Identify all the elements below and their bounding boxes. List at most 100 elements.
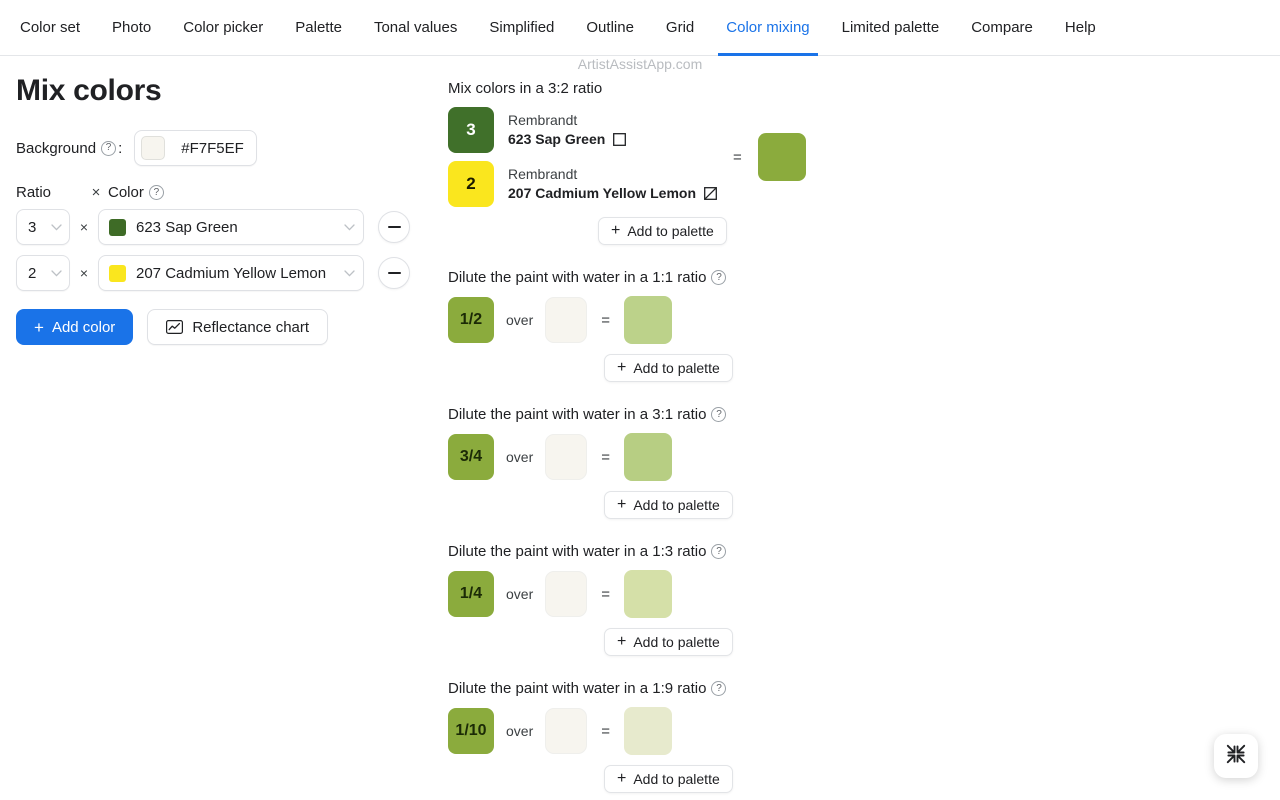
add-to-palette-label: Add to palette: [627, 223, 714, 239]
dilution-equals-sign: =: [601, 722, 610, 740]
dilution-section: Dilute the paint with water in a 1:9 rat…: [448, 680, 1280, 793]
dilution-composition: 1/2 over =: [448, 296, 1280, 344]
main-navigation: Color set Photo Color picker Palette Tonal v…: [0, 0, 1280, 56]
dilution-title: Dilute the paint with water in a 1:3 rat…: [448, 543, 707, 560]
over-label: over: [506, 723, 534, 739]
remove-color-button[interactable]: [378, 211, 410, 243]
plus-icon: +: [34, 317, 44, 337]
nav-item-compare[interactable]: Compare: [955, 0, 1049, 55]
base-color-swatch: [545, 434, 588, 480]
base-color-swatch: [545, 708, 588, 754]
dilution-add-to-palette-wrap: + Add to palette: [448, 765, 1280, 793]
exit-fullscreen-button[interactable]: [1214, 734, 1258, 778]
dilution-result-swatch[interactable]: [624, 433, 672, 481]
dilution-fraction-badge: 1/2: [448, 297, 494, 343]
dilution-help-icon[interactable]: ?: [711, 270, 727, 285]
mix-ingredient: 3 Rembrandt 623 Sap Green: [448, 107, 717, 153]
remove-color-button[interactable]: [378, 257, 410, 289]
dilution-add-to-palette-wrap: + Add to palette: [448, 354, 1280, 382]
paint-brand: Rembrandt: [508, 166, 578, 183]
multiply-symbol: ×: [79, 219, 89, 235]
nav-item-palette[interactable]: Palette: [279, 0, 358, 55]
dilution-result-swatch[interactable]: [624, 707, 672, 755]
page-body: Mix colors Background ? : #F7F5EF Ratio …: [0, 56, 1280, 793]
add-color-button[interactable]: + Add color: [16, 309, 134, 345]
dilution-help-icon[interactable]: ?: [711, 407, 727, 422]
add-to-palette-label: Add to palette: [633, 497, 720, 513]
add-to-palette-label: Add to palette: [633, 360, 720, 376]
mix-ingredient: 2 Rembrandt 207 Cadmium Yellow Lemon: [448, 161, 717, 207]
exit-fullscreen-icon: [1226, 744, 1246, 769]
add-to-palette-button[interactable]: + Add to palette: [598, 217, 727, 245]
amount-badge: 2: [448, 161, 494, 207]
nav-item-color-picker[interactable]: Color picker: [167, 0, 279, 55]
ratio-select[interactable]: 2: [16, 255, 70, 291]
plus-icon: +: [617, 633, 627, 650]
background-label: Background: [16, 139, 97, 157]
chevron-down-icon: [51, 266, 62, 280]
add-to-palette-button[interactable]: + Add to palette: [604, 354, 733, 382]
paint-brand: Rembrandt: [508, 112, 578, 129]
dilution-help-icon[interactable]: ?: [711, 544, 727, 559]
plus-icon: +: [617, 496, 627, 513]
dilution-section: Dilute the paint with water in a 3:1 rat…: [448, 406, 1280, 519]
color-name: 623 Sap Green: [136, 218, 238, 236]
dilution-help-icon[interactable]: ?: [711, 681, 727, 696]
background-color-swatch[interactable]: [141, 136, 166, 160]
chevron-down-icon: [344, 220, 355, 234]
color-help-icon[interactable]: ?: [148, 185, 164, 200]
background-colon: :: [118, 139, 123, 157]
nav-item-color-mixing[interactable]: Color mixing: [710, 0, 825, 56]
column-headers: Ratio × Color ?: [16, 184, 428, 201]
page-title: Mix colors: [16, 74, 162, 107]
dilution-title: Dilute the paint with water in a 1:9 rat…: [448, 680, 707, 697]
dilution-fraction-badge: 1/4: [448, 571, 494, 617]
color-row: 2 × 207 Cadmium Yellow Lemon: [16, 255, 428, 291]
minus-icon: [387, 272, 401, 274]
add-to-palette-button[interactable]: + Add to palette: [604, 628, 733, 656]
add-to-palette-button[interactable]: + Add to palette: [604, 765, 733, 793]
color-column-header: Color ?: [108, 184, 166, 201]
paint-name: 207 Cadmium Yellow Lemon: [508, 185, 697, 201]
dilution-title-row: Dilute the paint with water in a 1:9 rat…: [448, 680, 1280, 697]
add-to-palette-label: Add to palette: [633, 634, 720, 650]
chevron-down-icon: [344, 266, 355, 280]
dilution-add-to-palette-wrap: + Add to palette: [448, 491, 1280, 519]
amount-badge: 3: [448, 107, 494, 153]
nav-item-grid[interactable]: Grid: [650, 0, 710, 55]
color-select[interactable]: 207 Cadmium Yellow Lemon: [98, 255, 364, 291]
plus-icon: +: [617, 770, 627, 787]
paint-name-row: 207 Cadmium Yellow Lemon: [508, 184, 717, 203]
plus-icon: +: [611, 222, 621, 239]
plus-icon: +: [617, 359, 627, 376]
nav-item-outline[interactable]: Outline: [570, 0, 650, 55]
nav-item-help[interactable]: Help: [1049, 0, 1112, 55]
nav-item-limited-palette[interactable]: Limited palette: [826, 0, 956, 55]
color-swatch: [109, 264, 126, 282]
action-buttons: + Add color Reflectance chart: [16, 309, 428, 345]
nav-item-simplified[interactable]: Simplified: [473, 0, 570, 55]
ratio-value: 2: [28, 264, 37, 282]
dilution-title: Dilute the paint with water in a 3:1 rat…: [448, 406, 707, 423]
dilution-add-to-palette-wrap: + Add to palette: [448, 628, 1280, 656]
color-swatch: [109, 218, 126, 236]
over-label: over: [506, 449, 534, 465]
nav-item-tonal-values[interactable]: Tonal values: [358, 0, 473, 55]
background-hex-value: #F7F5EF: [181, 139, 244, 157]
color-select[interactable]: 623 Sap Green: [98, 209, 364, 245]
semi-transparent-square-icon: [704, 186, 717, 200]
dilution-title: Dilute the paint with water in a 1:1 rat…: [448, 269, 707, 286]
dilution-result-swatch[interactable]: [624, 296, 672, 344]
add-to-palette-button[interactable]: + Add to palette: [604, 491, 733, 519]
dilution-result-swatch[interactable]: [624, 570, 672, 618]
dilution-title-row: Dilute the paint with water in a 1:1 rat…: [448, 269, 1280, 286]
reflectance-chart-button[interactable]: Reflectance chart: [147, 309, 329, 345]
paint-info: Rembrandt 623 Sap Green: [508, 111, 627, 149]
nav-item-photo[interactable]: Photo: [96, 0, 167, 55]
nav-item-color-set[interactable]: Color set: [4, 0, 96, 55]
background-color-field[interactable]: #F7F5EF: [134, 130, 257, 166]
mix-result-swatch[interactable]: [757, 133, 806, 181]
background-row: Background ? : #F7F5EF: [16, 130, 428, 166]
background-help-icon[interactable]: ?: [101, 140, 117, 156]
ratio-select[interactable]: 3: [16, 209, 70, 245]
